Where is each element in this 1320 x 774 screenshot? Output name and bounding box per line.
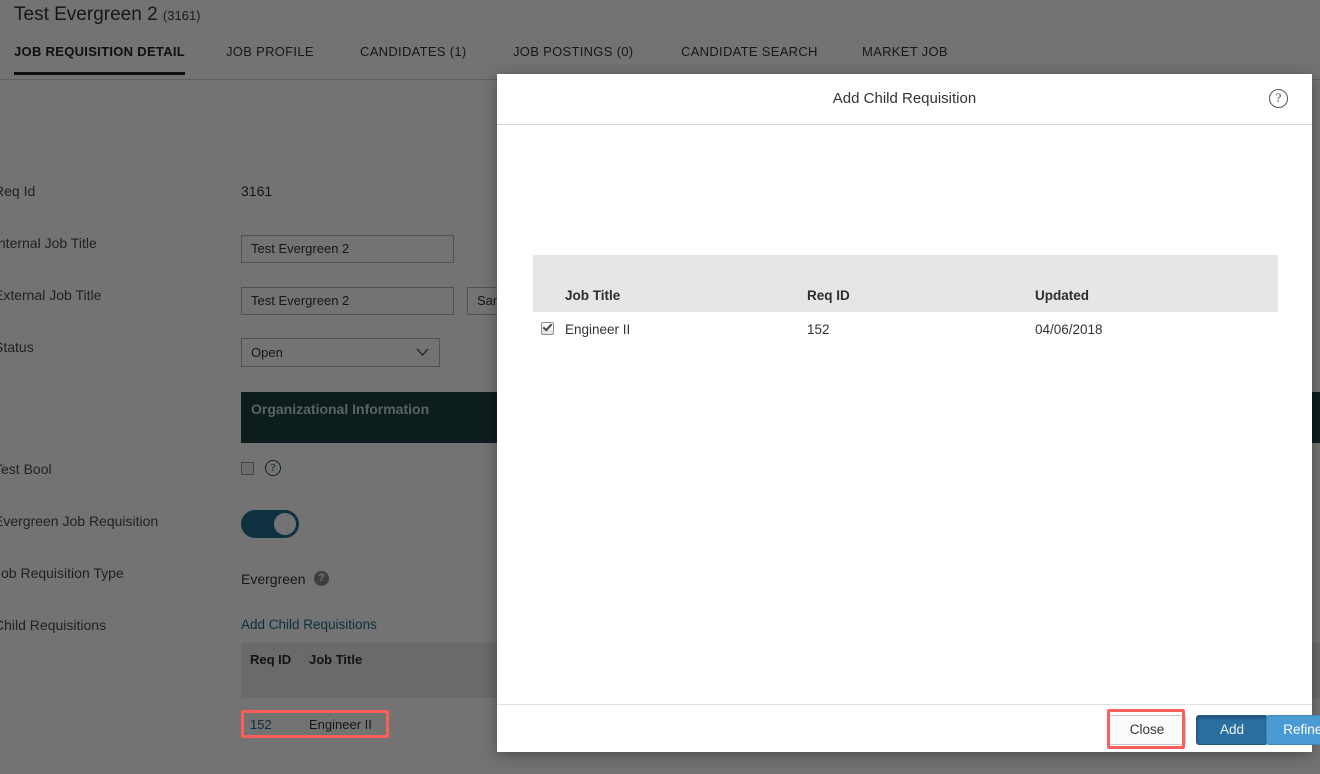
cell-updated: 04/06/2018	[1035, 322, 1103, 337]
cell-job-title: Engineer II	[565, 322, 631, 337]
checkmark-icon	[542, 321, 553, 332]
search-results-table: Job Title Req ID Updated Engineer II 152…	[533, 255, 1278, 348]
column-header-updated: Updated	[1035, 288, 1089, 303]
screen: Test Evergreen 2 (3161) JOB REQUISITION …	[0, 0, 1320, 774]
help-icon[interactable]: ?	[1269, 89, 1288, 108]
dialog-header: Add Child Requisition ?	[497, 74, 1312, 125]
table-row[interactable]: Engineer II 152 04/06/2018	[533, 312, 1278, 348]
row-select-checkbox[interactable]	[541, 321, 554, 335]
column-header-req-id: Req ID	[807, 288, 850, 303]
cell-req-id: 152	[807, 322, 830, 337]
dialog-title: Add Child Requisition	[832, 90, 977, 107]
add-child-requisition-dialog: Add Child Requisition ? Job Title Req ID…	[497, 74, 1320, 752]
dialog-footer: Close Add Refine Search	[497, 704, 1320, 752]
refine-search-button[interactable]: Refine Search	[1266, 715, 1320, 745]
close-button[interactable]: Close	[1108, 715, 1186, 745]
add-button[interactable]: Add	[1196, 715, 1268, 745]
column-header-job-title: Job Title	[565, 288, 621, 303]
dialog-body: Job Title Req ID Updated Engineer II 152…	[497, 126, 1312, 704]
results-table-header: Job Title Req ID Updated	[533, 255, 1278, 312]
